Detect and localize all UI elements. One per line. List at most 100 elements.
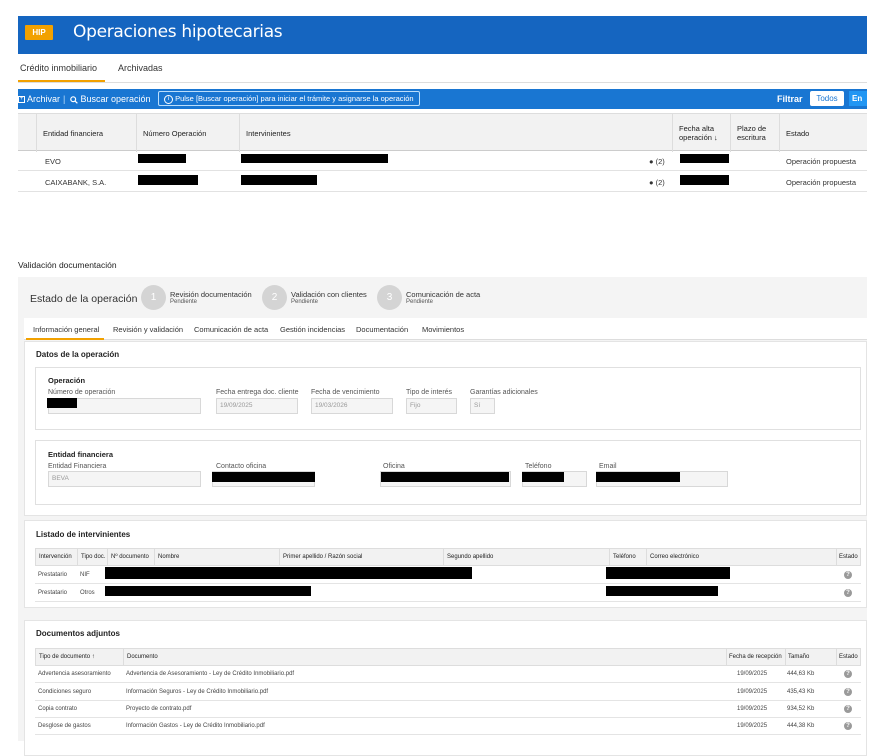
- col-divider: [123, 649, 124, 665]
- intervinientes-table-header: Intervención Tipo doc. Nº documento Nomb…: [35, 548, 861, 566]
- step-2-title: Validación con clientes: [291, 290, 367, 299]
- redacted-interviniente: [105, 567, 472, 579]
- redacted-intervinientes: [241, 154, 388, 163]
- tab-revision-validacion[interactable]: Revisión y validación: [113, 325, 183, 334]
- tab-informacion-general[interactable]: Información general: [33, 325, 99, 334]
- search-icon: [70, 95, 78, 104]
- table-row[interactable]: Advertencia asesoramiento Advertencia de…: [35, 666, 861, 683]
- cell-intervencion: Prestatario: [38, 572, 68, 578]
- intervinientes-title: Listado de intervinientes: [36, 530, 131, 539]
- numero-operacion-label: Número de operación: [48, 389, 116, 396]
- cell-tipo-documento: Advertencia asesoramiento: [38, 671, 111, 677]
- col-numero[interactable]: Número Operación: [136, 114, 239, 152]
- cell-size: 435,43 Kb: [787, 689, 815, 695]
- status-help-icon[interactable]: ?: [844, 571, 852, 579]
- tipo-interes-field[interactable]: Fijo: [406, 398, 457, 414]
- col-divider: [646, 549, 647, 565]
- person-icon: ●: [649, 178, 654, 187]
- filter-todos-button[interactable]: Todos: [810, 91, 844, 106]
- tab-archivadas[interactable]: Archivadas: [118, 63, 163, 73]
- search-operation-label: Buscar operación: [80, 94, 151, 104]
- filter-label: Filtrar: [777, 94, 803, 104]
- cell-documento[interactable]: Información Seguros - Ley de Crédito Inm…: [126, 689, 268, 695]
- col-divider: [77, 549, 78, 565]
- col-correo[interactable]: Correo electrónico: [650, 554, 699, 560]
- col-entidad[interactable]: Entidad financiera: [36, 114, 136, 152]
- cell-fecha: 19/09/2025: [737, 706, 768, 712]
- col-tamano[interactable]: Tamaño: [788, 654, 809, 660]
- app-badge: HIP: [25, 25, 53, 40]
- active-subtab-indicator: [26, 338, 104, 340]
- tab-documentacion[interactable]: Documentación: [356, 325, 408, 334]
- col-n-documento[interactable]: Nº documento: [111, 554, 149, 560]
- cell-entidad: EVO: [45, 157, 61, 166]
- cell-documento[interactable]: Advertencia de Asesoramiento - Ley de Cr…: [126, 671, 294, 677]
- cell-fecha: 19/09/2025: [737, 689, 768, 695]
- fecha-vencimiento-field[interactable]: 19/03/2026: [311, 398, 393, 414]
- tab-credito-inmobiliario[interactable]: Crédito inmobiliario: [20, 63, 97, 73]
- col-telefono[interactable]: Teléfono: [613, 554, 636, 560]
- redacted-email: [596, 472, 680, 482]
- col-intervinientes[interactable]: Intervinientes: [239, 114, 672, 152]
- col-intervencion[interactable]: Intervención: [39, 554, 72, 560]
- tab-comunicacion-acta[interactable]: Comunicación de acta: [194, 325, 268, 334]
- cell-documento[interactable]: Proyecto de contrato.pdf: [126, 706, 191, 712]
- redacted-contacto-interviniente: [606, 586, 718, 596]
- tab-gestion-incidencias[interactable]: Gestión incidencias: [280, 325, 345, 334]
- cell-tipo-doc: NIF: [80, 572, 90, 578]
- redacted-numero-operacion: [47, 398, 77, 408]
- status-help-icon[interactable]: ?: [844, 722, 852, 730]
- redacted-contacto: [212, 472, 315, 482]
- status-help-icon[interactable]: ?: [844, 670, 852, 678]
- section-title-validacion: Validación documentación: [18, 260, 117, 270]
- status-help-icon[interactable]: ?: [844, 589, 852, 597]
- table-row[interactable]: Copia contrato Proyecto de contrato.pdf …: [35, 701, 861, 718]
- redacted-numero: [138, 154, 186, 163]
- col-divider: [107, 549, 108, 565]
- garantias-field[interactable]: Sí: [470, 398, 495, 414]
- table-row[interactable]: Condiciones seguro Información Seguros -…: [35, 684, 861, 701]
- operations-table-header: Entidad financiera Número Operación Inte…: [18, 113, 867, 152]
- status-help-icon[interactable]: ?: [844, 705, 852, 713]
- col-tipo-documento[interactable]: Tipo de documento ↑: [39, 654, 95, 660]
- col-documento[interactable]: Documento: [127, 654, 158, 660]
- col-fecha-alta[interactable]: Fecha alta operación ↓: [672, 114, 730, 152]
- col-estado[interactable]: Estado: [839, 654, 858, 660]
- telefono-label: Teléfono: [525, 463, 552, 470]
- filter-en-button[interactable]: En: [849, 91, 867, 106]
- col-divider: [609, 549, 610, 565]
- cell-intervencion: Prestatario: [38, 590, 68, 596]
- page-title: Operaciones hipotecarias: [73, 22, 283, 42]
- col-segundo-apellido[interactable]: Segundo apellido: [447, 554, 493, 560]
- intervinientes-count: ● (2): [649, 157, 665, 166]
- status-help-icon[interactable]: ?: [844, 688, 852, 696]
- col-tipo-doc[interactable]: Tipo doc.: [81, 554, 105, 560]
- entidad-field[interactable]: BEVA: [48, 471, 201, 487]
- col-plazo[interactable]: Plazo de escritura: [730, 114, 779, 152]
- col-nombre[interactable]: Nombre: [158, 554, 179, 560]
- search-operation-button[interactable]: Buscar operación: [70, 94, 151, 104]
- col-divider: [785, 649, 786, 665]
- col-primer-apellido[interactable]: Primer apellido / Razón social: [283, 554, 362, 560]
- archive-button[interactable]: + Archivar: [18, 94, 60, 104]
- step-3-circle: 3: [377, 285, 402, 310]
- cell-tipo-doc: Otros: [80, 590, 95, 596]
- archive-label: Archivar: [27, 94, 61, 104]
- archive-icon: +: [18, 96, 25, 104]
- app-header: HIP Operaciones hipotecarias: [18, 16, 867, 54]
- cell-size: 444,38 Kb: [787, 723, 815, 729]
- col-estado[interactable]: Estado: [839, 554, 858, 560]
- tipo-interes-label: Tipo de interés: [406, 389, 453, 396]
- cell-tipo-documento: Copia contrato: [38, 706, 78, 712]
- info-icon: i: [164, 94, 173, 104]
- tab-movimientos[interactable]: Movimientos: [422, 325, 464, 334]
- col-fecha-recepcion[interactable]: Fecha de recepción: [729, 654, 782, 660]
- col-estado[interactable]: Estado: [779, 114, 867, 152]
- fecha-entrega-field[interactable]: 19/09/2025: [216, 398, 298, 414]
- cell-documento[interactable]: Información Gastos - Ley de Crédito Inmo…: [126, 723, 265, 729]
- garantias-label: Garantías adicionales: [470, 389, 538, 396]
- table-row[interactable]: Desglose de gastos Información Gastos - …: [35, 718, 861, 735]
- contacto-label: Contacto oficina: [216, 463, 267, 470]
- step-1-title: Revisión documentación: [170, 290, 252, 299]
- col-divider: [726, 649, 727, 665]
